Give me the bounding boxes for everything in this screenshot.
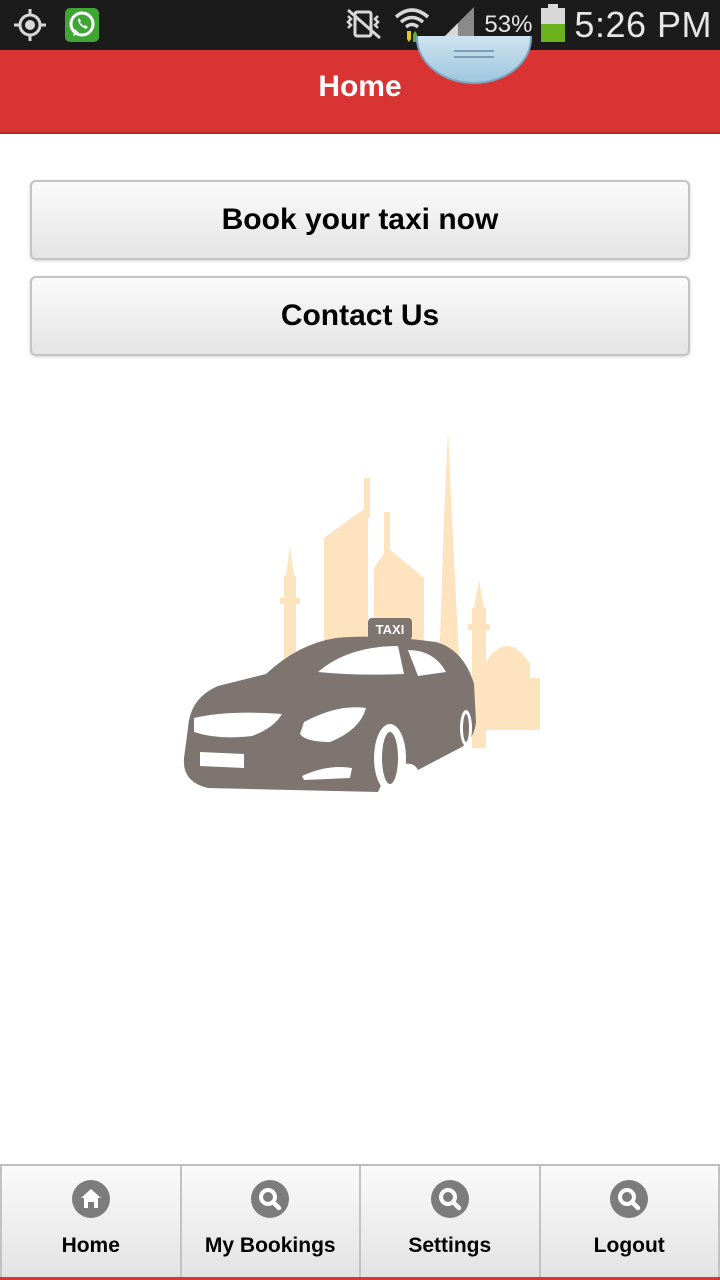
nav-label: Home — [61, 1234, 120, 1257]
status-bar: 53% 5:26 PM — [0, 0, 720, 50]
screen: 53% 5:26 PM Home Book your taxi now Cont… — [0, 0, 720, 1280]
nav-label: Logout — [593, 1234, 665, 1257]
clock: 5:26 PM — [574, 4, 712, 45]
nav-label: My Bookings — [204, 1234, 336, 1257]
bottom-nav: Home My Bookings Settings Logout — [0, 1164, 720, 1280]
search-icon — [251, 1180, 290, 1218]
taxi-sign-text: TAXI — [376, 622, 405, 637]
nav-logout[interactable]: Logout — [541, 1166, 720, 1277]
contact-us-button[interactable]: Contact Us — [30, 276, 690, 356]
search-icon — [610, 1180, 649, 1218]
grip-line — [454, 56, 494, 58]
vibrate-icon — [342, 6, 384, 45]
nav-home[interactable]: Home — [0, 1166, 182, 1277]
battery-icon — [540, 3, 566, 47]
nav-my-bookings[interactable]: My Bookings — [182, 1166, 361, 1277]
taxi-illustration: TAXI — [178, 428, 544, 798]
app-header: Home — [0, 36, 720, 134]
taxi-car-graphic: TAXI — [183, 618, 476, 792]
book-taxi-button[interactable]: Book your taxi now — [30, 180, 690, 260]
notification-icons — [12, 7, 100, 48]
battery-percent: 53% — [484, 11, 533, 38]
nav-settings[interactable]: Settings — [361, 1166, 541, 1277]
grip-line — [454, 50, 494, 52]
gps-icon — [12, 7, 48, 48]
nav-label: Settings — [408, 1234, 492, 1257]
whatsapp-icon — [64, 7, 100, 48]
page-title: Home — [318, 70, 402, 103]
home-icon — [71, 1180, 110, 1218]
search-icon — [430, 1180, 469, 1218]
